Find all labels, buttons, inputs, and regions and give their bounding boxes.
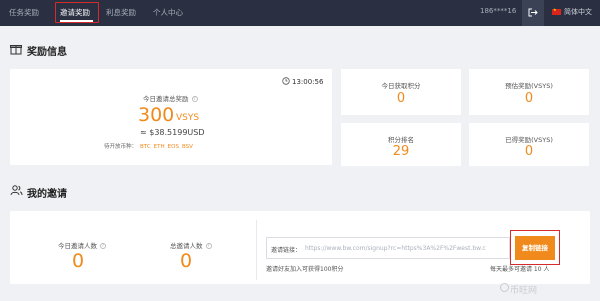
logout-icon [528, 8, 538, 17]
today-total-label: 今日邀请总奖励? [143, 95, 198, 103]
help-icon[interactable]: ? [100, 243, 106, 249]
total-invite-label: 总邀请人数? [170, 242, 212, 250]
invite-link-label: 邀请链接： [271, 247, 302, 254]
language-label: 简体中文 [564, 8, 592, 16]
total-invite-count: 0 [179, 250, 193, 272]
watermark-logo-icon [500, 283, 509, 292]
today-invite-label: 今日邀请人数? [58, 242, 106, 250]
reward-amount: 300 [138, 104, 175, 126]
help-icon[interactable]: ? [191, 96, 198, 102]
tab-interest-rewards[interactable]: 利息奖励 [106, 7, 136, 18]
stat-value-rank: 29 [392, 144, 410, 159]
top-nav: 任务奖励 邀请奖励 利息奖励 个人中心 186****16 简体中文 [0, 0, 600, 26]
rewards-section-title: 奖励信息 [27, 47, 67, 58]
invite-link-field[interactable]: 邀请链接： https://www.bw.com/signup?rc=https… [266, 237, 510, 259]
invite-divider [256, 220, 257, 280]
stat-value-est-reward: 0 [524, 91, 534, 106]
invite-link-url[interactable]: https://www.bw.com/signup?rc=https%3A%2F… [305, 245, 501, 252]
user-name[interactable]: 186****16 [480, 7, 516, 15]
stat-label-today-points: 今日获取积分 [381, 82, 421, 90]
reward-usd: ≈ $38.5199USD [140, 128, 205, 137]
invites-section-title: 我的邀请 [27, 189, 67, 200]
tab-personal-center[interactable]: 个人中心 [153, 7, 183, 18]
stat-label-rank: 积分排名 [388, 136, 414, 144]
help-icon[interactable]: ? [205, 243, 212, 249]
logout-button[interactable] [522, 0, 544, 26]
current-time: 13:00:56 [292, 78, 324, 86]
stat-label-earned: 已得奖励(VSYS) [505, 136, 553, 144]
reward-unit: VSYS [176, 113, 200, 123]
flag-cn-icon [552, 7, 561, 15]
stat-value-earned: 0 [524, 144, 534, 159]
users-icon [10, 185, 23, 196]
pending-coins: 待开放币种： BTC ETH EOS BSV [104, 144, 193, 150]
invite-note-right: 每天最多可邀请 10 人 [490, 266, 550, 273]
language-selector[interactable]: 简体中文 [548, 0, 600, 26]
clock-icon [282, 77, 290, 85]
copy-link-button[interactable]: 复制链接 [515, 236, 555, 260]
invite-note-left: 邀请好友加入可获得100积分 [266, 266, 344, 273]
tab-task-rewards[interactable]: 任务奖励 [9, 7, 39, 18]
watermark: 币旺网 [510, 286, 538, 296]
gift-icon [10, 45, 22, 55]
active-tab-highlight [55, 2, 99, 23]
stat-label-est-reward: 预估奖励(VSYS) [505, 82, 553, 90]
stat-value-today-points: 0 [396, 91, 406, 106]
today-invite-count: 0 [71, 250, 85, 272]
